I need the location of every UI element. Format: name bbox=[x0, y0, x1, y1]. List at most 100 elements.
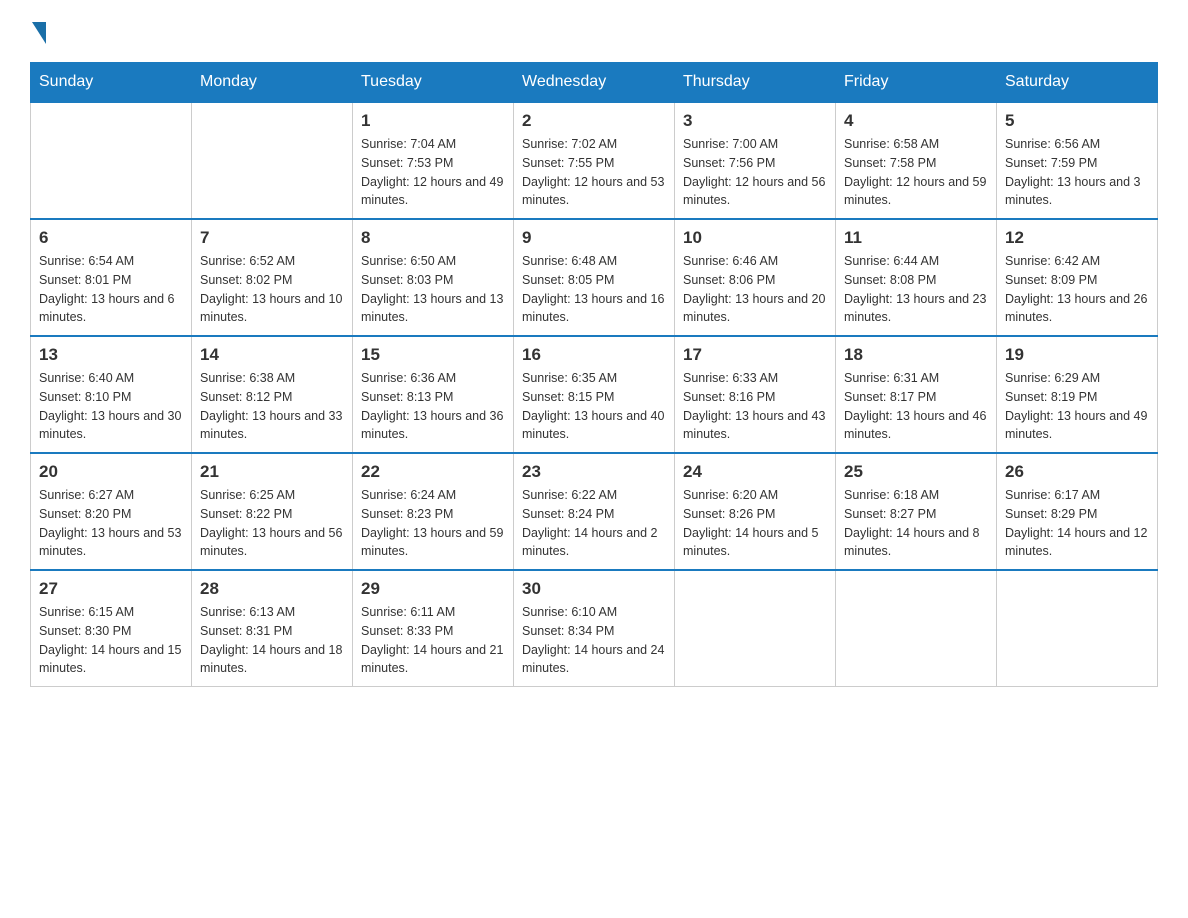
header-saturday: Saturday bbox=[997, 63, 1158, 103]
day-number: 23 bbox=[522, 462, 666, 482]
logo-triangle-icon bbox=[32, 22, 46, 44]
table-row: 27 Sunrise: 6:15 AMSunset: 8:30 PMDayligh… bbox=[31, 570, 192, 687]
day-info: Sunrise: 6:24 AMSunset: 8:23 PMDaylight:… bbox=[361, 486, 505, 561]
day-number: 19 bbox=[1005, 345, 1149, 365]
week-row-5: 27 Sunrise: 6:15 AMSunset: 8:30 PMDayligh… bbox=[31, 570, 1158, 687]
day-info: Sunrise: 6:42 AMSunset: 8:09 PMDaylight:… bbox=[1005, 252, 1149, 327]
day-info: Sunrise: 6:25 AMSunset: 8:22 PMDaylight:… bbox=[200, 486, 344, 561]
day-number: 14 bbox=[200, 345, 344, 365]
day-info: Sunrise: 7:04 AMSunset: 7:53 PMDaylight:… bbox=[361, 135, 505, 210]
day-info: Sunrise: 6:48 AMSunset: 8:05 PMDaylight:… bbox=[522, 252, 666, 327]
table-row bbox=[31, 102, 192, 219]
day-info: Sunrise: 6:17 AMSunset: 8:29 PMDaylight:… bbox=[1005, 486, 1149, 561]
table-row: 11 Sunrise: 6:44 AMSunset: 8:08 PMDayligh… bbox=[836, 219, 997, 336]
day-number: 27 bbox=[39, 579, 183, 599]
table-row: 5Sunrise: 6:56 AMSunset: 7:59 PMDaylight… bbox=[997, 102, 1158, 219]
day-info: Sunrise: 6:20 AMSunset: 8:26 PMDaylight:… bbox=[683, 486, 827, 561]
day-info: Sunrise: 6:56 AMSunset: 7:59 PMDaylight:… bbox=[1005, 135, 1149, 210]
day-number: 18 bbox=[844, 345, 988, 365]
day-number: 2 bbox=[522, 111, 666, 131]
day-info: Sunrise: 6:11 AMSunset: 8:33 PMDaylight:… bbox=[361, 603, 505, 678]
day-info: Sunrise: 6:38 AMSunset: 8:12 PMDaylight:… bbox=[200, 369, 344, 444]
day-info: Sunrise: 6:44 AMSunset: 8:08 PMDaylight:… bbox=[844, 252, 988, 327]
header-thursday: Thursday bbox=[675, 63, 836, 103]
day-number: 11 bbox=[844, 228, 988, 248]
table-row: 23 Sunrise: 6:22 AMSunset: 8:24 PMDayligh… bbox=[514, 453, 675, 570]
table-row: 7 Sunrise: 6:52 AMSunset: 8:02 PMDaylight… bbox=[192, 219, 353, 336]
day-info: Sunrise: 6:27 AMSunset: 8:20 PMDaylight:… bbox=[39, 486, 183, 561]
table-row: 28Sunrise: 6:13 AMSunset: 8:31 PMDayligh… bbox=[192, 570, 353, 687]
logo bbox=[30, 20, 48, 42]
day-number: 1 bbox=[361, 111, 505, 131]
day-number: 26 bbox=[1005, 462, 1149, 482]
day-number: 8 bbox=[361, 228, 505, 248]
day-number: 28 bbox=[200, 579, 344, 599]
day-info: Sunrise: 6:18 AMSunset: 8:27 PMDaylight:… bbox=[844, 486, 988, 561]
table-row: 30 Sunrise: 6:10 AMSunset: 8:34 PMDayligh… bbox=[514, 570, 675, 687]
table-row: 8 Sunrise: 6:50 AMSunset: 8:03 PMDaylight… bbox=[353, 219, 514, 336]
table-row: 12 Sunrise: 6:42 AMSunset: 8:09 PMDayligh… bbox=[997, 219, 1158, 336]
day-number: 17 bbox=[683, 345, 827, 365]
day-info: Sunrise: 6:31 AMSunset: 8:17 PMDaylight:… bbox=[844, 369, 988, 444]
week-row-2: 6Sunrise: 6:54 AMSunset: 8:01 PMDaylight… bbox=[31, 219, 1158, 336]
day-number: 15 bbox=[361, 345, 505, 365]
day-number: 30 bbox=[522, 579, 666, 599]
day-info: Sunrise: 7:02 AMSunset: 7:55 PMDaylight:… bbox=[522, 135, 666, 210]
day-number: 13 bbox=[39, 345, 183, 365]
day-number: 21 bbox=[200, 462, 344, 482]
table-row: 15Sunrise: 6:36 AMSunset: 8:13 PMDayligh… bbox=[353, 336, 514, 453]
day-info: Sunrise: 6:15 AMSunset: 8:30 PMDaylight:… bbox=[39, 603, 183, 678]
day-info: Sunrise: 6:33 AMSunset: 8:16 PMDaylight:… bbox=[683, 369, 827, 444]
day-number: 7 bbox=[200, 228, 344, 248]
table-row: 17 Sunrise: 6:33 AMSunset: 8:16 PMDayligh… bbox=[675, 336, 836, 453]
table-row: 3 Sunrise: 7:00 AMSunset: 7:56 PMDaylight… bbox=[675, 102, 836, 219]
day-number: 25 bbox=[844, 462, 988, 482]
table-row: 16 Sunrise: 6:35 AMSunset: 8:15 PMDayligh… bbox=[514, 336, 675, 453]
table-row: 9 Sunrise: 6:48 AMSunset: 8:05 PMDaylight… bbox=[514, 219, 675, 336]
table-row: 24 Sunrise: 6:20 AMSunset: 8:26 PMDayligh… bbox=[675, 453, 836, 570]
header-tuesday: Tuesday bbox=[353, 63, 514, 103]
table-row: 6Sunrise: 6:54 AMSunset: 8:01 PMDaylight… bbox=[31, 219, 192, 336]
week-row-1: 1 Sunrise: 7:04 AMSunset: 7:53 PMDaylight… bbox=[31, 102, 1158, 219]
day-number: 4 bbox=[844, 111, 988, 131]
table-row: 4 Sunrise: 6:58 AMSunset: 7:58 PMDaylight… bbox=[836, 102, 997, 219]
table-row: 1 Sunrise: 7:04 AMSunset: 7:53 PMDaylight… bbox=[353, 102, 514, 219]
day-number: 24 bbox=[683, 462, 827, 482]
day-info: Sunrise: 6:46 AMSunset: 8:06 PMDaylight:… bbox=[683, 252, 827, 327]
day-number: 12 bbox=[1005, 228, 1149, 248]
header-wednesday: Wednesday bbox=[514, 63, 675, 103]
day-number: 9 bbox=[522, 228, 666, 248]
table-row: 22Sunrise: 6:24 AMSunset: 8:23 PMDayligh… bbox=[353, 453, 514, 570]
day-info: Sunrise: 6:10 AMSunset: 8:34 PMDaylight:… bbox=[522, 603, 666, 678]
day-info: Sunrise: 6:22 AMSunset: 8:24 PMDaylight:… bbox=[522, 486, 666, 561]
table-row bbox=[997, 570, 1158, 687]
weekday-header-row: Sunday Monday Tuesday Wednesday Thursday… bbox=[31, 63, 1158, 103]
table-row: 20 Sunrise: 6:27 AMSunset: 8:20 PMDayligh… bbox=[31, 453, 192, 570]
table-row: 25 Sunrise: 6:18 AMSunset: 8:27 PMDayligh… bbox=[836, 453, 997, 570]
day-info: Sunrise: 7:00 AMSunset: 7:56 PMDaylight:… bbox=[683, 135, 827, 210]
day-number: 16 bbox=[522, 345, 666, 365]
table-row: 2 Sunrise: 7:02 AMSunset: 7:55 PMDaylight… bbox=[514, 102, 675, 219]
table-row: 13Sunrise: 6:40 AMSunset: 8:10 PMDayligh… bbox=[31, 336, 192, 453]
table-row: 29 Sunrise: 6:11 AMSunset: 8:33 PMDayligh… bbox=[353, 570, 514, 687]
calendar-table: Sunday Monday Tuesday Wednesday Thursday… bbox=[30, 62, 1158, 687]
day-info: Sunrise: 6:35 AMSunset: 8:15 PMDaylight:… bbox=[522, 369, 666, 444]
day-info: Sunrise: 6:54 AMSunset: 8:01 PMDaylight:… bbox=[39, 252, 183, 327]
table-row: 10 Sunrise: 6:46 AMSunset: 8:06 PMDayligh… bbox=[675, 219, 836, 336]
day-info: Sunrise: 6:58 AMSunset: 7:58 PMDaylight:… bbox=[844, 135, 988, 210]
day-number: 3 bbox=[683, 111, 827, 131]
day-number: 20 bbox=[39, 462, 183, 482]
page-header bbox=[30, 20, 1158, 42]
table-row bbox=[836, 570, 997, 687]
day-info: Sunrise: 6:50 AMSunset: 8:03 PMDaylight:… bbox=[361, 252, 505, 327]
day-info: Sunrise: 6:52 AMSunset: 8:02 PMDaylight:… bbox=[200, 252, 344, 327]
table-row: 19 Sunrise: 6:29 AMSunset: 8:19 PMDayligh… bbox=[997, 336, 1158, 453]
table-row bbox=[675, 570, 836, 687]
table-row: 14 Sunrise: 6:38 AMSunset: 8:12 PMDayligh… bbox=[192, 336, 353, 453]
day-number: 10 bbox=[683, 228, 827, 248]
day-info: Sunrise: 6:29 AMSunset: 8:19 PMDaylight:… bbox=[1005, 369, 1149, 444]
header-friday: Friday bbox=[836, 63, 997, 103]
header-monday: Monday bbox=[192, 63, 353, 103]
table-row: 18 Sunrise: 6:31 AMSunset: 8:17 PMDayligh… bbox=[836, 336, 997, 453]
day-number: 29 bbox=[361, 579, 505, 599]
